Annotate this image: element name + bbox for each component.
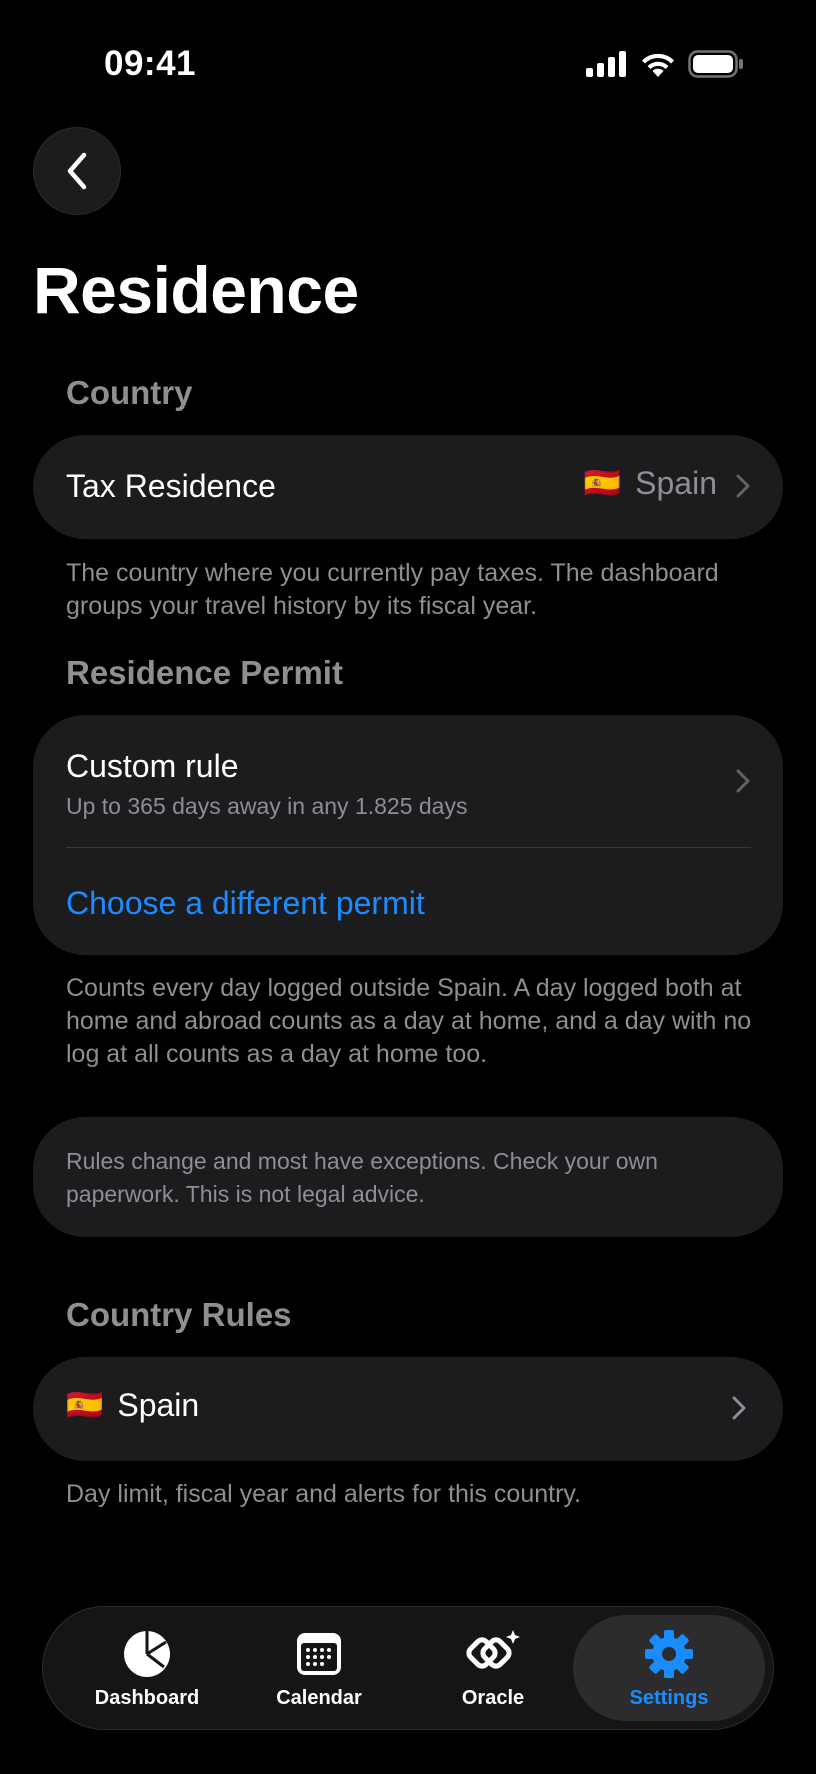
disclaimer-card: Rules change and most have exceptions. C…: [33, 1117, 783, 1237]
tab-settings[interactable]: Settings: [573, 1615, 765, 1721]
cellular-signal-icon: [586, 51, 626, 77]
chevron-right-icon: [736, 769, 750, 793]
tax-residence-value: Spain: [635, 465, 717, 501]
calendar-icon: [295, 1629, 343, 1679]
divider: [66, 847, 751, 848]
chevron-right-icon: [736, 474, 750, 498]
tab-dashboard[interactable]: Dashboard: [59, 1607, 235, 1729]
chevron-left-icon: [67, 152, 87, 190]
status-time: 09:41: [104, 44, 197, 83]
tab-settings-label: Settings: [629, 1687, 709, 1709]
tab-dashboard-label: Dashboard: [94, 1687, 200, 1709]
country-section-header: Country: [66, 374, 193, 411]
chevron-right-icon: [732, 1396, 746, 1420]
wifi-icon: [642, 53, 674, 77]
tab-oracle[interactable]: Oracle: [405, 1607, 581, 1729]
pie-chart-icon: [122, 1629, 172, 1679]
permit-section-header: Residence Permit: [66, 654, 343, 691]
country-rules-spain-row[interactable]: 🇪🇸 Spain: [33, 1357, 783, 1461]
spain-flag-icon: 🇪🇸: [583, 467, 622, 500]
page-title: Residence: [33, 253, 359, 327]
country-rules-section-header: Country Rules: [66, 1296, 292, 1333]
oracle-sparkle-icon: [465, 1629, 521, 1679]
residence-screen: 09:41 Residence Country Tax Residence 🇪🇸…: [0, 0, 816, 1774]
country-rules-footnote: Day limit, fiscal year and alerts for th…: [66, 1480, 581, 1508]
permit-footnote: Counts every day logged outside Spain. A…: [66, 974, 752, 1068]
tax-residence-label: Tax Residence: [66, 468, 276, 504]
spain-flag-icon: 🇪🇸: [66, 1389, 104, 1422]
tab-calendar-label: Calendar: [276, 1687, 362, 1709]
tax-residence-row[interactable]: Tax Residence 🇪🇸 Spain: [33, 435, 783, 539]
tab-bar: Dashboard Calendar Oracle Settings: [42, 1606, 774, 1730]
country-rules-country-label: Spain: [117, 1387, 200, 1423]
battery-icon: [688, 50, 743, 78]
tab-calendar[interactable]: Calendar: [231, 1607, 407, 1729]
custom-rule-title: Custom rule: [66, 748, 239, 784]
choose-permit-link[interactable]: Choose a different permit: [66, 885, 425, 922]
status-icons: [586, 50, 744, 78]
disclaimer-text: Rules change and most have exceptions. C…: [66, 1148, 658, 1207]
custom-rule-row[interactable]: Custom rule Up to 365 days away in any 1…: [33, 715, 783, 847]
tab-oracle-label: Oracle: [461, 1687, 525, 1709]
country-rules-label-group: 🇪🇸 Spain: [66, 1387, 199, 1424]
gear-icon: [644, 1629, 694, 1679]
back-button[interactable]: [33, 127, 121, 215]
tax-residence-footnote: The country where you currently pay taxe…: [66, 559, 719, 620]
custom-rule-subtitle: Up to 365 days away in any 1.825 days: [66, 793, 468, 819]
permit-card: Custom rule Up to 365 days away in any 1…: [33, 715, 783, 955]
status-bar: 09:41: [0, 0, 816, 130]
tax-residence-value-group: 🇪🇸 Spain: [584, 465, 717, 502]
